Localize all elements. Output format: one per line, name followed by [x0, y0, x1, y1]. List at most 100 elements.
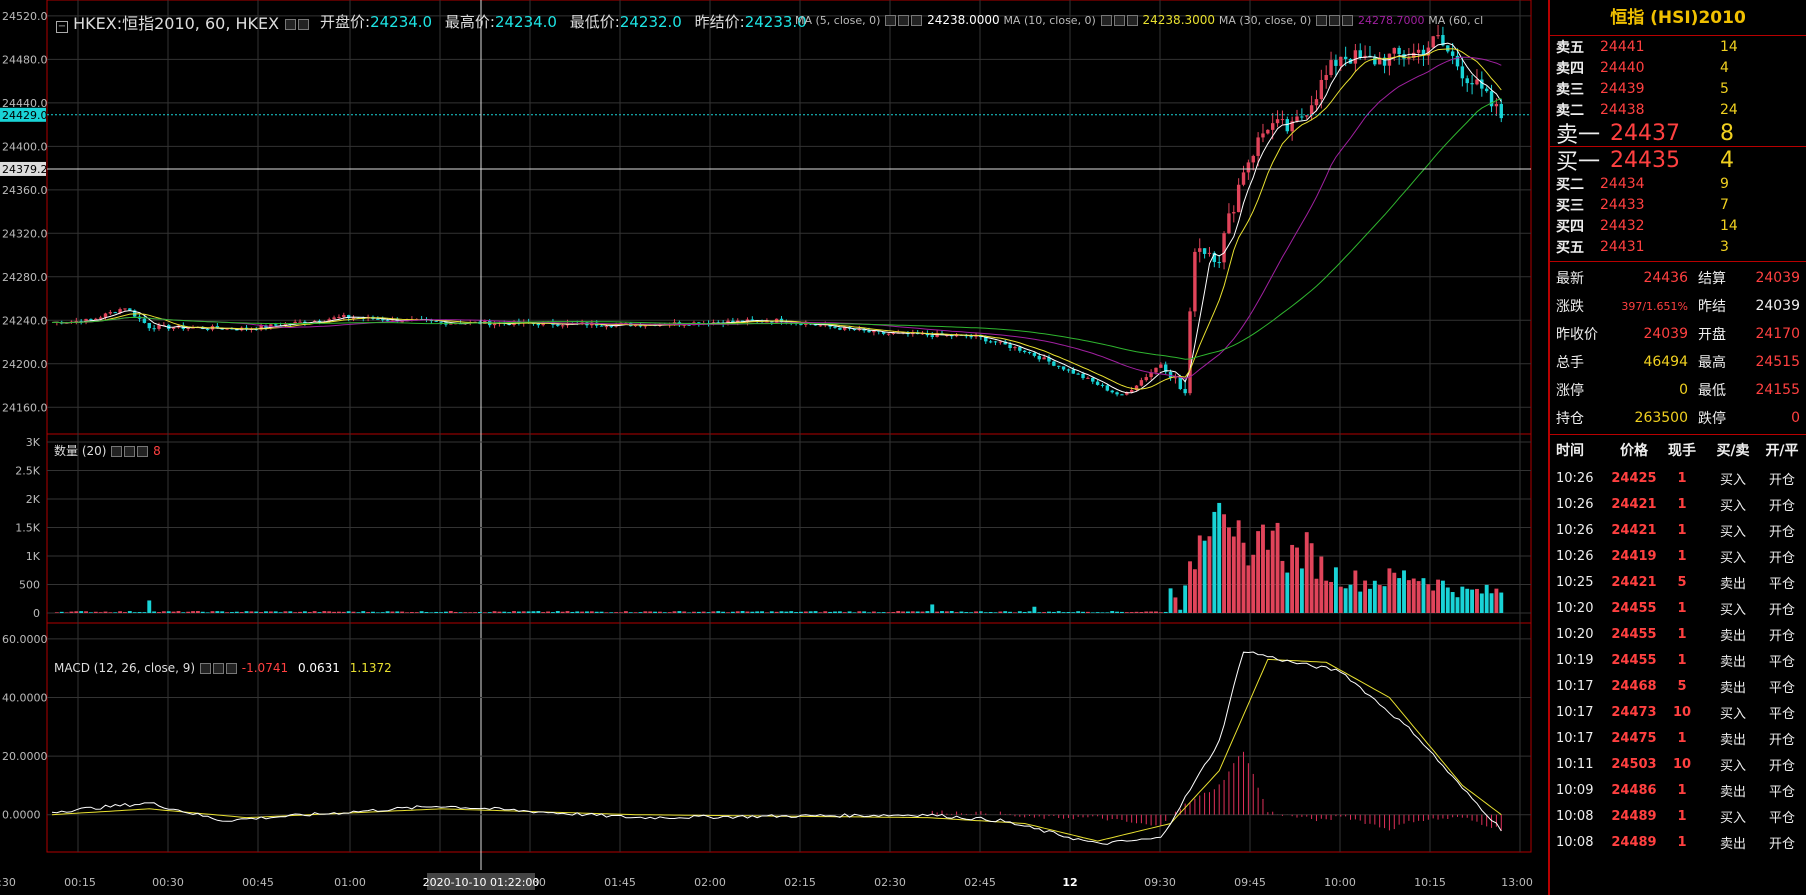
ask1-row[interactable]: 卖一 24437 8: [1550, 120, 1806, 149]
candle: [1324, 75, 1328, 80]
stats-grid: 最新 24436 结算 24039 涨跌 397/1.651% 昨结 24039 昨收价 2403…: [1550, 262, 1806, 432]
candle: [1198, 248, 1202, 252]
candle: [1270, 123, 1275, 130]
volume-bar: [1066, 612, 1071, 613]
tick-time: 10:17: [1556, 730, 1594, 746]
collapse-icon[interactable]: −: [56, 21, 68, 33]
stat-row: 涨停 0 最低 24155: [1550, 376, 1806, 404]
volume-bar: [1168, 588, 1173, 613]
volume-bar: [1470, 589, 1475, 613]
ma10-value: 24238.3000: [1142, 13, 1216, 27]
volume-bar: [1226, 527, 1231, 613]
volume-bar: [735, 611, 740, 613]
macd-close-icon[interactable]: [225, 663, 237, 674]
bid-row[interactable]: 买四 24432 14: [1550, 215, 1806, 236]
macd-settings-icon[interactable]: [212, 663, 224, 674]
quote-title: 恒指 (HSI)2010: [1550, 0, 1806, 36]
volume-bar: [1158, 612, 1163, 613]
bid1-row[interactable]: 买一 24435 4: [1550, 147, 1806, 176]
ma10-eye-icon[interactable]: [1100, 15, 1112, 26]
volume-eye-icon[interactable]: [111, 446, 123, 457]
bid-row[interactable]: 买五 24431 3: [1550, 236, 1806, 257]
ask-row[interactable]: 卖四 24440 4: [1550, 57, 1806, 78]
volume-settings-icon[interactable]: [124, 446, 136, 457]
ask-row[interactable]: 卖五 24441 14: [1550, 36, 1806, 57]
stat-row: 持仓 263500 跌停 0: [1550, 404, 1806, 432]
volume-bar: [249, 611, 254, 613]
tick-time: 10:26: [1556, 470, 1594, 486]
bid-row[interactable]: 买三 24433 7: [1550, 194, 1806, 215]
volume-bar: [604, 612, 609, 613]
ma5-close-icon[interactable]: [911, 15, 923, 26]
volume-bar: [1056, 611, 1061, 613]
volume-bar: [1275, 522, 1280, 613]
volume-bar: [988, 612, 993, 613]
tick-price: 24421: [1611, 522, 1657, 538]
volume-bar: [1115, 611, 1120, 613]
volume-bar: [278, 612, 283, 613]
candle: [337, 316, 341, 318]
macd-eye-icon[interactable]: [199, 663, 211, 674]
tick-qty: 10: [1672, 756, 1692, 772]
volume-bar: [769, 611, 774, 613]
volume-bar: [983, 612, 988, 613]
volume-bar: [1280, 560, 1285, 613]
volume-bar: [1105, 612, 1110, 613]
volume-tick-label: 3K: [26, 436, 41, 449]
volume-bar: [351, 611, 356, 613]
candle: [205, 328, 210, 330]
volume-bar: [1431, 590, 1436, 613]
volume-bar: [1261, 524, 1265, 613]
volume-bar: [852, 612, 857, 613]
tick-row: 10:20 24455 1 卖出 开仓: [1550, 621, 1806, 647]
ask-row[interactable]: 卖三 24439 5: [1550, 78, 1806, 99]
bid-vol: 3: [1720, 238, 1729, 255]
volume-bar: [1217, 502, 1222, 613]
bid-row[interactable]: 买二 24434 9: [1550, 173, 1806, 194]
tick-price: 24473: [1611, 704, 1657, 720]
volume-bar: [930, 604, 935, 613]
volume-bar: [1042, 612, 1047, 613]
ma10-settings-icon[interactable]: [1113, 15, 1125, 26]
candle: [1275, 119, 1280, 124]
ma10-close-icon[interactable]: [1126, 15, 1138, 26]
ma5-eye-icon[interactable]: [885, 15, 897, 26]
volume-bar: [98, 612, 103, 613]
stat-value: 24039: [1643, 326, 1688, 342]
ma5-settings-icon[interactable]: [898, 15, 910, 26]
candle: [1305, 115, 1309, 117]
tick-row: 10:26 24421 1 买入 开仓: [1550, 491, 1806, 517]
tick-qty: 5: [1677, 678, 1687, 694]
tick-openclose: 平仓: [1768, 680, 1795, 696]
volume-bar: [390, 611, 395, 613]
volume-bar: [837, 611, 842, 613]
volume-bar: [439, 612, 444, 613]
volume-bar: [726, 612, 730, 613]
tick-side: 买入: [1719, 758, 1746, 774]
ma30-settings-icon[interactable]: [1329, 15, 1341, 26]
volume-bar: [157, 612, 161, 613]
volume-bar: [847, 611, 852, 613]
ma30-eye-icon[interactable]: [1316, 15, 1328, 26]
volume-bar: [1178, 609, 1183, 613]
prev-settle-label: 昨结价:: [694, 13, 745, 31]
candle: [1105, 385, 1110, 391]
volume-close-icon[interactable]: [137, 446, 149, 457]
chart-area[interactable]: 24520.0 24480.0 24440.0 24400.0 24360.0 24320…: [0, 0, 1548, 895]
candle: [1329, 60, 1333, 76]
volume-bar: [1149, 611, 1154, 613]
volume-bar: [1119, 611, 1124, 613]
ma30-close-icon[interactable]: [1342, 15, 1354, 26]
chart-canvas[interactable]: 24520.024480.024440.024400.024360.024320…: [0, 0, 1548, 895]
quote-panel: 恒指 (HSI)2010 卖五 24441 14 卖四 24440 4 卖三 24439 5 卖二…: [1548, 0, 1806, 895]
tick-time: 10:17: [1556, 678, 1594, 694]
candle: [434, 320, 438, 322]
volume-bar: [998, 611, 1003, 613]
candle: [1392, 47, 1396, 54]
volume-bar: [424, 612, 429, 613]
macd-tick-label: 40.0000: [2, 691, 48, 704]
tick-time: 10:09: [1556, 782, 1594, 798]
settings-icon[interactable]: [298, 19, 310, 30]
volume-bar: [740, 611, 745, 613]
eye-icon[interactable]: [285, 19, 297, 30]
